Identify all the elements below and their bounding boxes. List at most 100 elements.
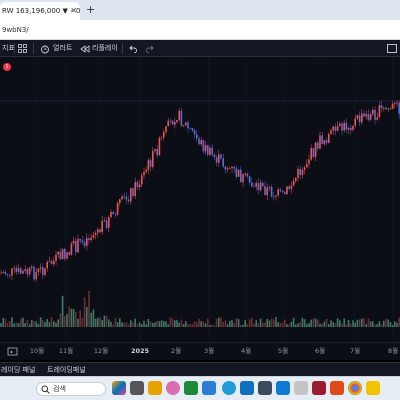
replay-button[interactable]: 리플레이: [92, 40, 118, 57]
task-view-icon[interactable]: [130, 381, 144, 395]
x-tick-label: 3월: [203, 347, 215, 355]
candle: [204, 145, 207, 152]
volume-bar: [160, 320, 163, 327]
kakaotalk-icon[interactable]: [366, 381, 380, 395]
volume-bar: [13, 323, 15, 327]
volume-bar: [367, 318, 370, 327]
candle: [35, 272, 37, 280]
candle: [130, 188, 132, 202]
candle: [15, 267, 18, 272]
volume-bar: [310, 319, 312, 327]
volume-bar: [178, 322, 180, 327]
candle: [284, 192, 286, 195]
candle: [325, 140, 328, 143]
redo-icon[interactable]: [146, 44, 155, 53]
candle: [246, 173, 249, 177]
candle: [235, 168, 238, 177]
address-bar[interactable]: 9wbN3/: [0, 20, 400, 40]
tab-close-icon[interactable]: ×: [70, 2, 78, 20]
candle: [396, 102, 398, 104]
volume-bar: [44, 322, 46, 327]
volume-bar: [94, 318, 97, 327]
indicators-button[interactable]: 지표: [2, 40, 15, 57]
candle: [240, 169, 242, 183]
app-icon-dark[interactable]: [258, 381, 272, 395]
candle: [88, 238, 90, 241]
volume-bar: [323, 321, 326, 327]
file-explorer-icon[interactable]: [148, 381, 162, 395]
volume-bar: [389, 322, 392, 327]
app-icon-green[interactable]: [184, 381, 198, 395]
volume-bar: [92, 309, 95, 327]
app-icon-blue[interactable]: [202, 381, 216, 395]
app-icon-pink[interactable]: [166, 381, 180, 395]
candle: [253, 186, 255, 188]
volume-bar: [273, 319, 275, 327]
candle: [268, 187, 271, 188]
chrome-browser-icon[interactable]: [348, 381, 362, 395]
chart-canvas[interactable]: [0, 57, 400, 342]
volume-bar: [193, 321, 196, 327]
volume-bar: [235, 318, 238, 327]
app-icon-gray[interactable]: [294, 381, 308, 395]
app-icon-orange[interactable]: [330, 381, 344, 395]
candle: [127, 199, 130, 202]
candle: [90, 237, 92, 241]
notification-badge[interactable]: 1: [3, 63, 11, 71]
copilot-icon[interactable]: [112, 381, 126, 395]
candle: [64, 248, 66, 259]
volume-bar: [158, 321, 161, 327]
candle: [33, 266, 35, 280]
layout-grid-icon[interactable]: [18, 44, 27, 53]
alert-button[interactable]: 얼러트: [53, 40, 72, 57]
app-icon-blue-2[interactable]: [240, 381, 254, 395]
candle: [369, 114, 372, 120]
price-chart[interactable]: 1: [0, 57, 400, 342]
volume-bar: [361, 318, 363, 327]
candle: [220, 154, 222, 159]
scroll-to-realtime-icon[interactable]: [7, 346, 18, 357]
candle: [215, 157, 218, 163]
candle: [112, 211, 114, 215]
candle: [380, 105, 383, 109]
app-icon-red[interactable]: [312, 381, 326, 395]
volume-bar: [226, 324, 229, 327]
candle: [189, 128, 191, 129]
candle: [160, 137, 163, 139]
undo-icon[interactable]: [128, 44, 137, 53]
candle: [222, 158, 224, 167]
app-icon-blue-3[interactable]: [276, 381, 290, 395]
browser-tab[interactable]: RW 163,196,000 ▼ −0.1... ×: [0, 2, 80, 20]
candle: [66, 252, 68, 259]
candle: [224, 166, 227, 170]
candle: [86, 238, 88, 246]
volume-bar: [149, 321, 152, 327]
candle: [288, 186, 290, 189]
alarm-clock-icon: [41, 45, 49, 54]
volume-bar: [187, 324, 189, 327]
taskbar-search[interactable]: 검색: [36, 382, 106, 396]
candle: [83, 242, 86, 246]
candle: [136, 182, 139, 188]
candle: [59, 251, 62, 260]
time-axis: 10월 11월 12월 2025 2월 3월 4월 5월 6월 7월 8월: [0, 342, 400, 360]
new-tab-icon[interactable]: +: [86, 3, 95, 17]
volume-bar: [4, 318, 7, 327]
x-tick-label: 2025: [130, 347, 150, 355]
candle: [70, 243, 73, 255]
volume-bar: [136, 323, 139, 327]
candle: [297, 169, 299, 179]
candle: [244, 173, 246, 175]
candle: [4, 272, 7, 275]
candle: [191, 128, 194, 131]
candle: [262, 182, 264, 187]
panel-tab-trading-panel[interactable]: 트레이딩패널: [47, 363, 86, 377]
fullscreen-icon[interactable]: [387, 44, 397, 53]
edge-browser-icon[interactable]: [222, 381, 236, 395]
candle: [196, 134, 198, 139]
volume-bar: [378, 321, 381, 327]
candle: [158, 138, 161, 156]
candle: [167, 120, 169, 127]
candle: [387, 108, 389, 110]
panel-tab-trading[interactable]: 레이딩 패널: [1, 363, 35, 377]
